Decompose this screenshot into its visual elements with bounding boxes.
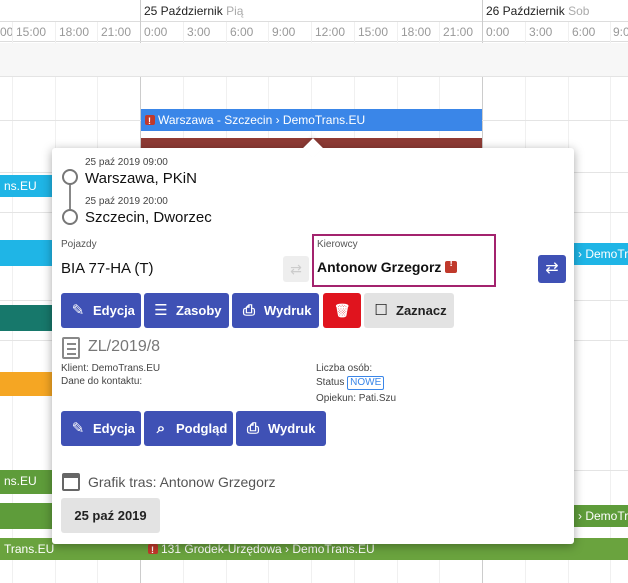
vehicle-plate[interactable]: BIA 77-HA (T) — [61, 260, 154, 277]
hour-label: 15:00 — [358, 25, 389, 39]
hour-label: 3:00 — [187, 25, 211, 39]
timeline-filler-row — [0, 43, 628, 77]
day-label-25: 25 Październik Pią — [144, 4, 244, 18]
route-bar-label: ns.EU — [4, 474, 37, 488]
route-bar-label: › DemoTrans. — [578, 247, 628, 261]
hour-label: 18:00 — [401, 25, 432, 39]
hour-label: 15:00 — [16, 25, 47, 39]
order-guardian: Opiekun: Pati.Szu — [316, 393, 397, 404]
select-button[interactable]: ☐ Zaznacz — [364, 293, 454, 328]
route-bar-label: ns.EU — [4, 179, 37, 193]
route-bar-label: Trans.EU — [4, 542, 55, 556]
order-number[interactable]: ZL/2019/8 — [88, 338, 160, 356]
day-header-row: 25 Październik Pią 26 Październik Sob — [0, 0, 628, 22]
route-bar-left-cyan-2[interactable] — [0, 240, 52, 266]
hour-label: 6:00 — [572, 25, 596, 39]
route-bar-left-orange[interactable] — [0, 372, 52, 396]
hour-label: 21:00 — [443, 25, 474, 39]
order-client: Klient: DemoTrans.EU — [61, 363, 161, 374]
order-edit-label: Edycja — [93, 421, 135, 436]
hours-row: 00 15:00 18:00 21:00 0:00 3:00 6:00 9:00… — [0, 22, 628, 42]
route-bar-left-green[interactable]: ns.EU — [0, 470, 52, 494]
drivers-label: Kierowcy — [317, 239, 358, 250]
order-print-button[interactable]: ⎙ Wydruk — [236, 411, 326, 446]
swap-driver-button[interactable]: ⇄ — [538, 255, 566, 283]
route-details-popup: 25 paź 2019 09:00 Warszawa, PKiN 25 paź … — [52, 138, 574, 544]
route-bar-warszawa-szczecin[interactable]: Warszawa - Szczecin › DemoTrans.EU — [141, 109, 482, 131]
vehicles-label: Pojazdy — [61, 239, 97, 250]
schedule-title: Grafik tras: Antonow Grzegorz — [88, 474, 276, 490]
end-point-icon — [62, 209, 78, 225]
order-edit-button[interactable]: ✎ Edycja — [61, 411, 141, 446]
route-bar-right-green[interactable]: › DemoTrans. — [574, 505, 628, 527]
printer-icon: ⎙ — [246, 420, 259, 437]
route-bar-left-teal[interactable] — [0, 305, 52, 331]
preview-icon: ⌕ — [156, 420, 166, 437]
status-badge: NOWE — [347, 376, 385, 390]
schedule-date-button[interactable]: 25 paź 2019 — [61, 498, 160, 533]
drivers-section: Kierowcy Antonow Grzegorz — [312, 234, 496, 287]
list-check-icon: ☰ — [154, 302, 168, 319]
start-point-icon — [62, 169, 78, 185]
warning-icon — [445, 258, 458, 273]
pencil-icon: ✎ — [71, 302, 85, 319]
route-bar-label: 131 Grodek-Urzędowa › DemoTrans.EU — [161, 542, 375, 556]
hour-label: 6:00 — [230, 25, 254, 39]
edit-button[interactable]: ✎ Edycja — [61, 293, 141, 328]
swap-icon: ⇄ — [545, 260, 559, 277]
route-bar-right-cyan[interactable]: › DemoTrans. — [574, 243, 628, 265]
status-label: Status — [316, 377, 345, 388]
hour-label: 9:00 — [613, 25, 628, 39]
calendar-icon — [62, 473, 80, 491]
day-label-26: 26 Październik Sob — [486, 4, 590, 18]
delete-button[interactable]: 🗑 — [323, 293, 361, 328]
order-contact: Dane do kontaktu: — [61, 376, 143, 387]
warning-icon — [145, 110, 155, 131]
pencil-icon: ✎ — [71, 420, 85, 437]
trash-icon: 🗑 — [333, 303, 351, 318]
select-label: Zaznacz — [396, 303, 447, 318]
resources-label: Zasoby — [176, 303, 222, 318]
end-time: 25 paź 2019 20:00 — [85, 196, 168, 207]
driver-name[interactable]: Antonow Grzegorz — [317, 258, 458, 275]
print-button[interactable]: ⎙ Wydruk — [232, 293, 319, 328]
hour-label: 3:00 — [529, 25, 553, 39]
route-bar-left-green-2[interactable] — [0, 503, 52, 529]
order-status: Status NOWE — [316, 376, 385, 390]
order-preview-label: Podgląd — [176, 421, 228, 436]
document-icon — [62, 337, 80, 359]
driver-name-text: Antonow Grzegorz — [317, 259, 442, 275]
order-preview-button[interactable]: ⌕ Podgląd — [144, 411, 233, 446]
hour-label: 21:00 — [101, 25, 132, 39]
checkbox-icon: ☐ — [374, 302, 388, 319]
warning-icon — [148, 539, 158, 560]
hour-label: 9:00 — [272, 25, 296, 39]
order-print-label: Wydruk — [268, 421, 316, 436]
hour-label: 0:00 — [144, 25, 168, 39]
hour-label: 18:00 — [59, 25, 90, 39]
hour-label: 12:00 — [315, 25, 346, 39]
printer-icon: ⎙ — [242, 302, 255, 319]
start-place: Warszawa, PKiN — [85, 170, 197, 187]
edit-label: Edycja — [93, 303, 135, 318]
route-bar-label: › DemoTrans. — [578, 509, 628, 523]
resources-button[interactable]: ☰ Zasoby — [144, 293, 229, 328]
hour-label: 0:00 — [486, 25, 510, 39]
swap-vehicle-icon[interactable]: ⇄ — [283, 256, 309, 282]
order-persons: Liczba osób: — [316, 363, 373, 374]
print-label: Wydruk — [264, 303, 312, 318]
route-bar-left-cyan[interactable]: ns.EU — [0, 175, 52, 197]
route-bar-label: Warszawa - Szczecin › DemoTrans.EU — [158, 113, 366, 127]
start-time: 25 paź 2019 09:00 — [85, 157, 168, 168]
end-place: Szczecin, Dworzec — [85, 209, 212, 226]
